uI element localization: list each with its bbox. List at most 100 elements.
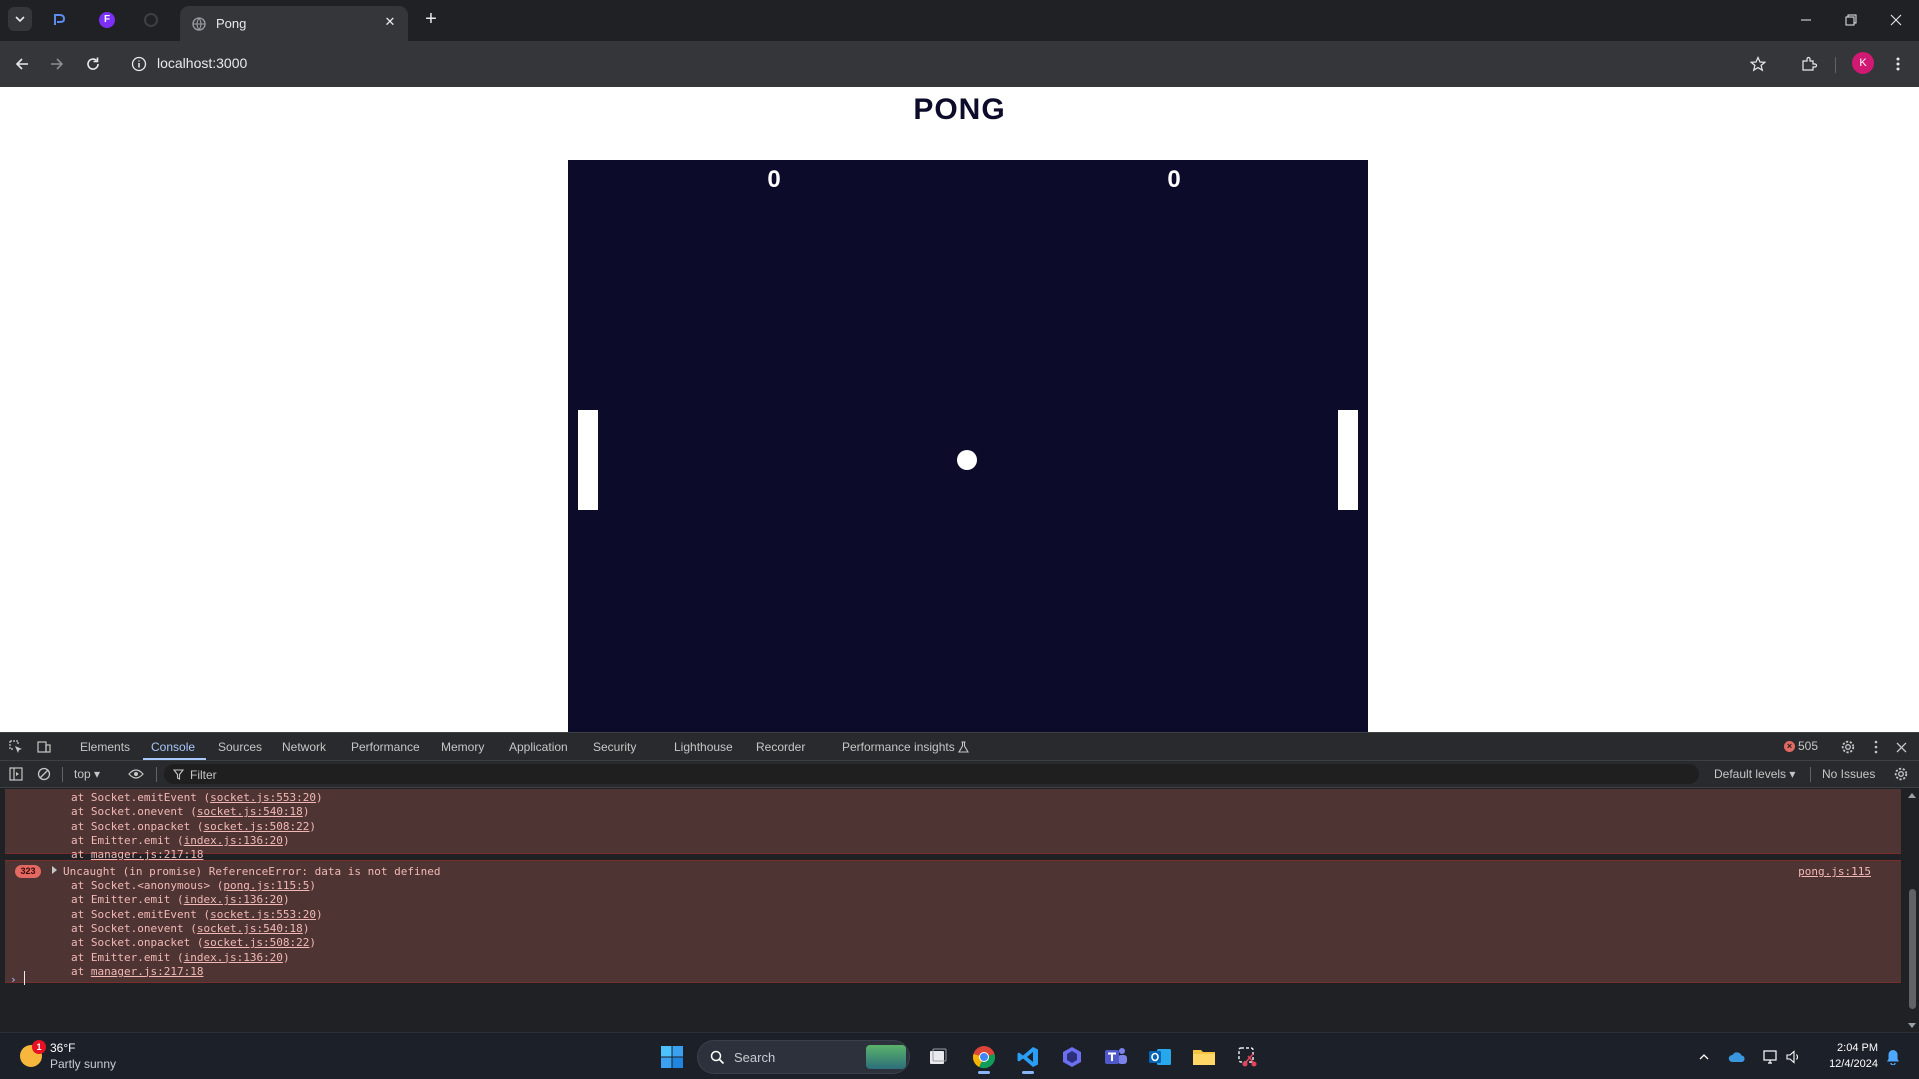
trace-text: ) bbox=[282, 893, 290, 907]
source-link[interactable]: index.js:136:20 bbox=[184, 951, 283, 964]
reload-icon[interactable] bbox=[81, 52, 105, 76]
devtools-tab-memory[interactable]: Memory bbox=[441, 740, 484, 754]
bookmark-star-icon[interactable] bbox=[1746, 52, 1770, 76]
vscode-app-icon[interactable] bbox=[1012, 1041, 1044, 1074]
context-selector[interactable]: top ▾ bbox=[74, 767, 100, 781]
source-link[interactable]: socket.js:540:18 bbox=[197, 922, 303, 935]
source-link[interactable]: index.js:136:20 bbox=[184, 834, 283, 847]
pinned-tab-f-icon[interactable]: F bbox=[96, 9, 118, 31]
devtools-tab-elements[interactable]: Elements bbox=[80, 740, 130, 754]
inspect-element-icon[interactable] bbox=[8, 739, 24, 755]
outlook-app-icon[interactable] bbox=[1144, 1041, 1176, 1073]
trace-text: at Emitter.emit ( bbox=[71, 950, 184, 964]
devtools-tab-performance-insights[interactable]: Performance insights bbox=[842, 740, 955, 754]
devtools-tab-recorder[interactable]: Recorder bbox=[756, 740, 805, 754]
flask-icon bbox=[958, 741, 969, 753]
screen: F Pong ✕ + localhost:3000 K PONG 0 0 Ele… bbox=[0, 0, 1919, 1079]
error-counter[interactable]: × 505 bbox=[1784, 739, 1818, 753]
site-info-icon[interactable] bbox=[131, 56, 147, 72]
forward-arrow-icon[interactable] bbox=[45, 52, 69, 76]
console-input-caret[interactable] bbox=[24, 971, 25, 985]
taskbar-search-box[interactable]: Search bbox=[697, 1040, 910, 1074]
source-link[interactable]: index.js:136:20 bbox=[184, 893, 283, 906]
teams-app-icon[interactable] bbox=[1100, 1041, 1132, 1073]
console-filter-input[interactable]: Filter bbox=[164, 764, 1699, 784]
trace-text: at Socket.onevent ( bbox=[71, 921, 197, 935]
minimize-icon[interactable] bbox=[1791, 8, 1821, 32]
devtools-tab-sources[interactable]: Sources bbox=[218, 740, 262, 754]
trace-text: at Socket.emitEvent ( bbox=[71, 791, 211, 804]
pong-court[interactable]: 0 0 bbox=[568, 160, 1368, 732]
extensions-puzzle-icon[interactable] bbox=[1797, 52, 1821, 76]
pinned-tab-circle-icon[interactable] bbox=[140, 9, 162, 31]
devtools-more-icon[interactable] bbox=[1868, 739, 1884, 755]
devtools-settings-gear-icon[interactable] bbox=[1840, 739, 1856, 755]
tab-pong[interactable]: Pong ✕ bbox=[180, 6, 408, 41]
trace-text: ) bbox=[309, 879, 317, 892]
notification-bell-icon[interactable] bbox=[1882, 1041, 1904, 1073]
task-view-icon[interactable] bbox=[922, 1041, 954, 1073]
source-link[interactable]: socket.js:553:20 bbox=[210, 908, 316, 921]
pinned-tab-app-icon[interactable] bbox=[49, 9, 71, 31]
context-value: top bbox=[74, 767, 91, 781]
devtools-tab-security[interactable]: Security bbox=[593, 740, 636, 754]
devtools-tab-console[interactable]: Console bbox=[151, 740, 195, 754]
restore-icon[interactable] bbox=[1836, 8, 1866, 32]
source-link[interactable]: socket.js:540:18 bbox=[197, 805, 303, 818]
source-link[interactable]: socket.js:508:22 bbox=[203, 936, 309, 949]
tab-search-chevron-icon[interactable] bbox=[8, 7, 32, 31]
source-link[interactable]: pong.js:115:5 bbox=[223, 879, 309, 892]
device-toolbar-icon[interactable] bbox=[36, 739, 52, 755]
onedrive-cloud-icon[interactable] bbox=[1726, 1041, 1748, 1073]
trace-text: ) bbox=[282, 833, 290, 847]
network-icon[interactable] bbox=[1760, 1041, 1782, 1073]
devtools-tab-application[interactable]: Application bbox=[509, 740, 568, 754]
devtools-tab-performance[interactable]: Performance bbox=[351, 740, 420, 754]
expand-triangle-icon[interactable] bbox=[52, 866, 57, 874]
console-sidebar-icon[interactable] bbox=[8, 766, 24, 782]
console-settings-gear-icon[interactable] bbox=[1893, 766, 1909, 782]
search-icon bbox=[710, 1050, 725, 1065]
filter-separator bbox=[1810, 767, 1811, 782]
source-link[interactable]: manager.js:217:18 bbox=[91, 965, 204, 978]
issues-counter[interactable]: No Issues bbox=[1822, 767, 1875, 781]
clock-date[interactable]: 12/4/2024 bbox=[1808, 1058, 1878, 1070]
source-link[interactable]: socket.js:508:22 bbox=[203, 820, 309, 833]
snipping-tool-icon[interactable] bbox=[1232, 1041, 1264, 1073]
live-expression-eye-icon[interactable] bbox=[128, 766, 144, 782]
new-tab-plus-icon[interactable]: + bbox=[420, 9, 442, 31]
devtools-tab-network[interactable]: Network bbox=[282, 740, 326, 754]
volume-speaker-icon[interactable] bbox=[1783, 1041, 1805, 1073]
error-source-link[interactable]: pong.js:115 bbox=[1798, 865, 1871, 878]
trace-text: at bbox=[71, 964, 91, 978]
file-explorer-icon[interactable] bbox=[1188, 1041, 1220, 1073]
trace-text: at Socket.emitEvent ( bbox=[71, 907, 211, 921]
copilot-app-icon[interactable] bbox=[1056, 1041, 1088, 1073]
log-levels-dropdown[interactable]: Default levels ▾ bbox=[1714, 767, 1795, 781]
profile-avatar[interactable]: K bbox=[1852, 52, 1874, 74]
show-hidden-icons-chevron-icon[interactable] bbox=[1694, 1041, 1714, 1073]
clear-console-icon[interactable] bbox=[36, 766, 52, 782]
devtools-close-icon[interactable] bbox=[1893, 739, 1909, 755]
scroll-down-arrow-icon[interactable] bbox=[1908, 1023, 1916, 1028]
close-tab-icon[interactable]: ✕ bbox=[382, 14, 398, 30]
close-window-icon[interactable] bbox=[1881, 8, 1911, 32]
kebab-menu-icon[interactable] bbox=[1886, 52, 1910, 76]
console-scrollbar[interactable] bbox=[1906, 789, 1919, 1033]
stack-trace-line: at Socket.emitEvent (socket.js:553:20) bbox=[71, 908, 323, 921]
devtools-tab-lighthouse[interactable]: Lighthouse bbox=[674, 740, 733, 754]
address-bar[interactable]: localhost:3000 bbox=[124, 47, 1724, 81]
console-filter-bar: top ▾ Filter Default levels ▾ No Issues bbox=[0, 761, 1919, 788]
score-right: 0 bbox=[1167, 166, 1181, 193]
search-highlight-image bbox=[866, 1045, 906, 1069]
chrome-app-icon[interactable] bbox=[968, 1041, 1000, 1074]
weather-notification-badge: 1 bbox=[32, 1040, 46, 1054]
scroll-thumb[interactable] bbox=[1909, 889, 1916, 1009]
source-link[interactable]: socket.js:553:20 bbox=[210, 791, 316, 804]
weather-widget[interactable]: 1 36°F Partly sunny bbox=[18, 1039, 158, 1075]
console-error-block[interactable]: 323 Uncaught (in promise) ReferenceError… bbox=[5, 860, 1901, 983]
back-arrow-icon[interactable] bbox=[10, 52, 34, 76]
clock-time[interactable]: 2:04 PM bbox=[1808, 1042, 1878, 1054]
scroll-up-arrow-icon[interactable] bbox=[1908, 793, 1916, 798]
windows-start-icon[interactable] bbox=[656, 1041, 688, 1073]
